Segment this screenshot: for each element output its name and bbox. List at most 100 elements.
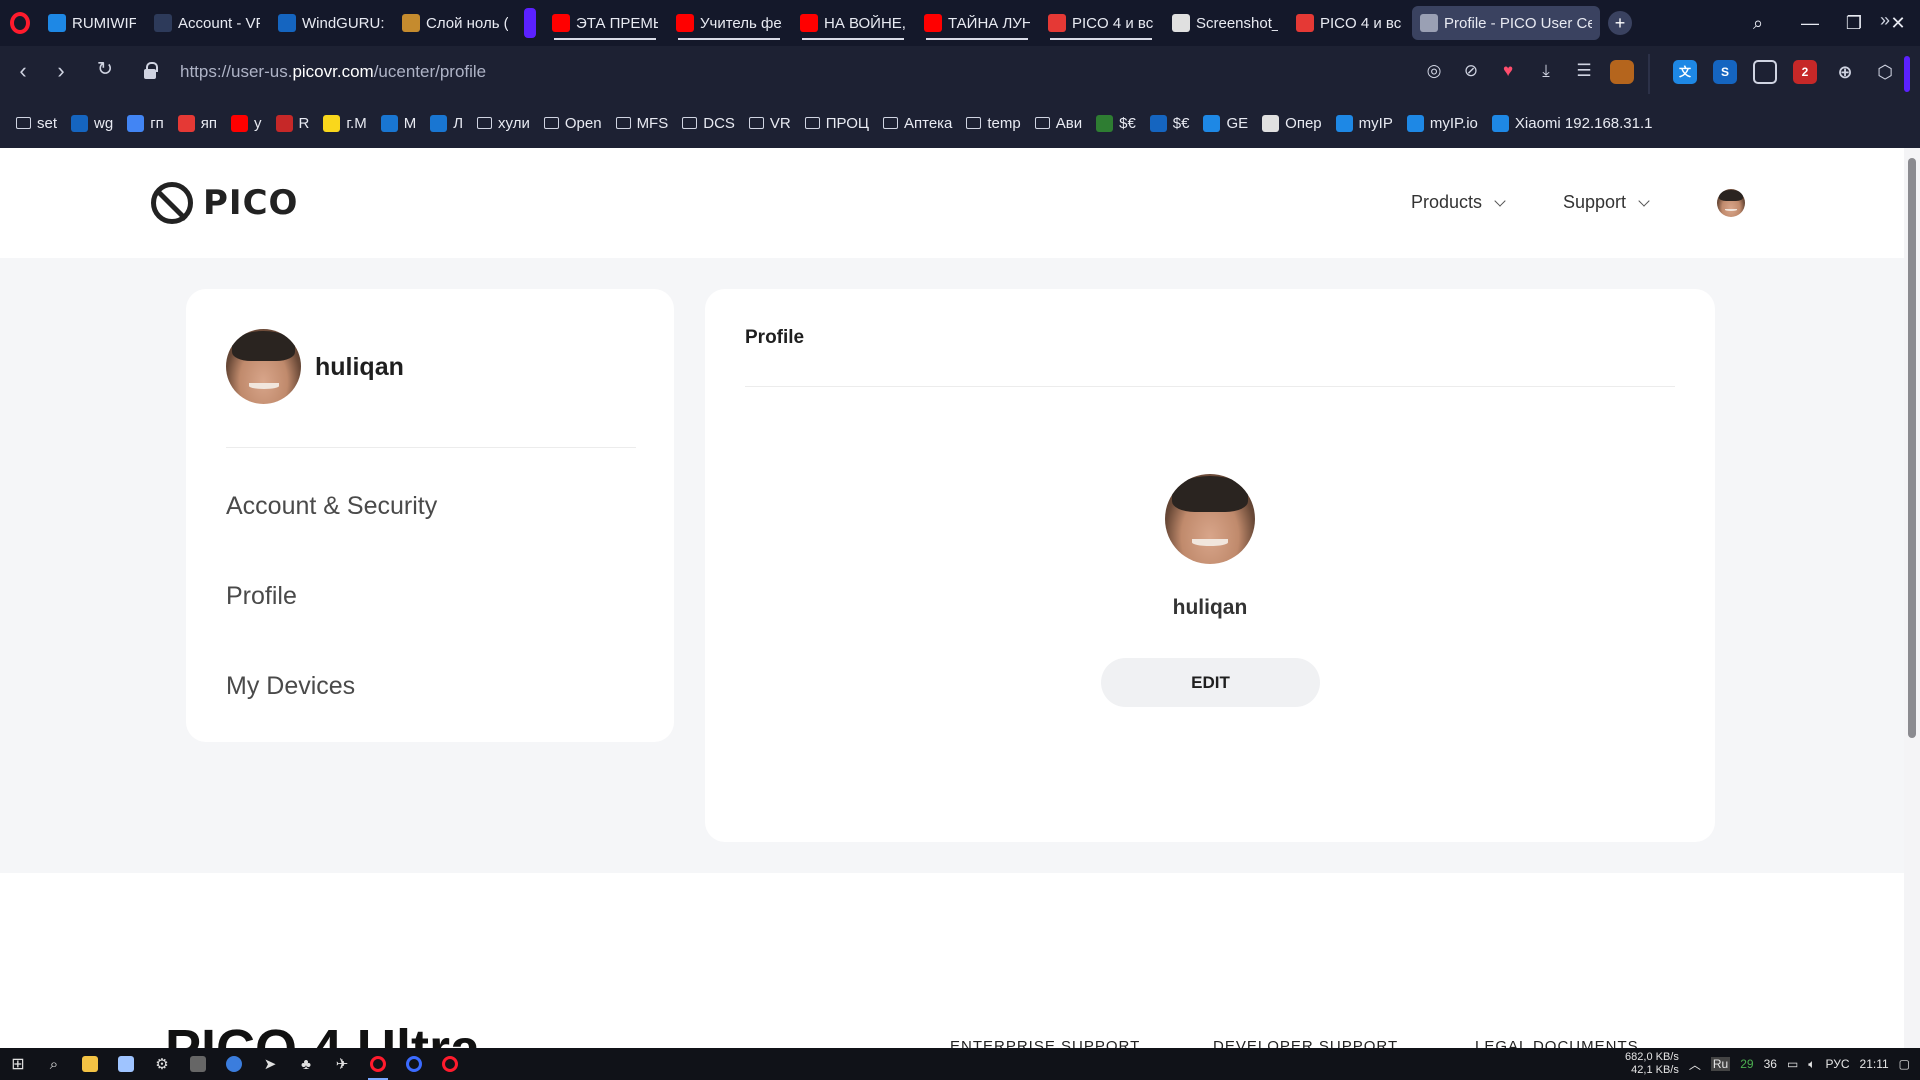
nav-support[interactable]: Support xyxy=(1563,192,1650,213)
search-tabs-icon[interactable]: ⌕ xyxy=(1736,13,1780,34)
volume-icon[interactable]: 🔈︎ xyxy=(1808,1057,1815,1072)
translate-extension-icon[interactable]: 文 xyxy=(1673,60,1697,84)
heart-icon[interactable]: ♥ xyxy=(1497,60,1519,82)
bookmark-item[interactable]: y xyxy=(231,114,262,132)
browser-tab[interactable]: Учитель фехт xyxy=(668,6,790,40)
bookmark-item[interactable]: myIP.io xyxy=(1406,114,1478,132)
browser-tab[interactable]: Screenshot_c xyxy=(1164,6,1286,40)
tab-title: RUMIWIFI xyxy=(72,14,136,32)
snapshot-icon[interactable]: ◎ xyxy=(1423,60,1445,82)
profile-avatar-icon[interactable] xyxy=(1610,60,1634,84)
vpn-extension-icon[interactable] xyxy=(1753,60,1777,84)
bookmark-item[interactable]: VR xyxy=(748,115,791,132)
browser-tab[interactable]: НА ВОЙНЕ, К xyxy=(792,6,914,40)
search-icon[interactable]: ⌕ xyxy=(36,1048,72,1080)
bookmark-item[interactable]: temp xyxy=(966,115,1021,132)
bookmark-item[interactable]: Xiaomi 192.168.31.1 xyxy=(1491,114,1653,132)
back-icon[interactable]: ‹ xyxy=(8,58,38,84)
sidebar-item-account-security[interactable]: Account & Security xyxy=(226,492,437,521)
tab-title: PICO 4 и всё xyxy=(1072,14,1154,32)
footer-developer-support[interactable]: DEVELOPER SUPPORT xyxy=(1213,1038,1398,1048)
bookmark-item[interactable]: Л xyxy=(430,114,463,132)
browser-tab[interactable]: RUMIWIFI xyxy=(40,6,144,40)
browser-tab[interactable]: ТАЙНА ЛУНЫ xyxy=(916,6,1038,40)
bookmark-item[interactable]: $€ xyxy=(1096,114,1136,132)
browser-tab[interactable]: Слой ноль (с xyxy=(394,6,516,40)
tab-group-indicator[interactable] xyxy=(524,8,536,38)
bookmark-item[interactable]: $€ xyxy=(1149,114,1189,132)
browser-tab[interactable]: WindGURU: M xyxy=(270,6,392,40)
clock[interactable]: 21:11 xyxy=(1860,1057,1889,1071)
bookmark-item[interactable]: myIP xyxy=(1335,114,1393,132)
easy-setup-icon[interactable]: ☰ xyxy=(1573,60,1595,82)
telegram-icon[interactable]: ➤ xyxy=(252,1048,288,1080)
airplane-icon[interactable]: ✈ xyxy=(324,1048,360,1080)
browser-tab[interactable]: Account - VPN xyxy=(146,6,268,40)
tray-expand-icon[interactable]: ︿ xyxy=(1689,1056,1701,1073)
footer-legal-documents[interactable]: LEGAL DOCUMENTS xyxy=(1475,1038,1639,1048)
browser-tab[interactable]: PICO 4 и всё xyxy=(1040,6,1162,40)
page-scrollbar[interactable] xyxy=(1904,148,1920,1048)
bookmark-item[interactable]: GE xyxy=(1203,114,1248,132)
cube-extension-icon[interactable]: ⬡ xyxy=(1873,60,1897,84)
settings-app-icon[interactable]: ⚙ xyxy=(144,1048,180,1080)
scrollbar-thumb[interactable] xyxy=(1908,158,1916,738)
bookmark-item[interactable]: хули xyxy=(477,115,530,132)
globe-extension-icon[interactable]: ⊕ xyxy=(1833,60,1857,84)
restore-icon[interactable]: ❐ xyxy=(1832,13,1876,34)
bookmark-item[interactable]: Опер xyxy=(1262,114,1322,132)
bookmark-item[interactable]: яп xyxy=(177,114,217,132)
gamepad-icon[interactable]: ♣ xyxy=(288,1048,324,1080)
edit-profile-button[interactable]: EDIT xyxy=(1101,658,1320,707)
bookmark-item[interactable]: г.М xyxy=(323,114,367,132)
nav-products[interactable]: Products xyxy=(1411,192,1506,213)
opera-menu-icon[interactable] xyxy=(0,0,40,46)
reload-icon[interactable]: ↻ xyxy=(90,58,120,81)
keyboard-layout-icon[interactable]: Ru xyxy=(1710,1057,1731,1071)
app-blue-icon[interactable] xyxy=(396,1048,432,1080)
sidebar-item-profile[interactable]: Profile xyxy=(226,582,297,611)
nav-products-label: Products xyxy=(1411,192,1483,212)
forward-icon[interactable]: › xyxy=(46,58,76,84)
app-icon[interactable] xyxy=(216,1048,252,1080)
bookmark-item[interactable]: set xyxy=(16,115,57,132)
tab-favicon-icon xyxy=(1172,14,1190,32)
bookmark-item[interactable]: MFS xyxy=(615,115,668,132)
download-icon[interactable]: ⤓ xyxy=(1535,60,1557,82)
opera-gx-icon[interactable] xyxy=(432,1048,468,1080)
adblock-icon[interactable]: ⊘ xyxy=(1460,60,1482,82)
opera-taskbar-icon[interactable] xyxy=(360,1048,396,1080)
bookmark-item[interactable]: wg xyxy=(71,114,113,132)
notepad-icon[interactable] xyxy=(108,1048,144,1080)
input-language[interactable]: РУС xyxy=(1825,1057,1849,1071)
bookmark-item[interactable]: R xyxy=(275,114,309,132)
notifications-icon[interactable]: ▢ xyxy=(1899,1057,1910,1071)
calculator-icon[interactable] xyxy=(180,1048,216,1080)
s-extension-icon[interactable]: S xyxy=(1713,60,1737,84)
bookmark-item[interactable]: Open xyxy=(543,115,602,132)
bookmark-item[interactable]: ПРОЦ xyxy=(804,115,869,132)
bookmarks-overflow-icon[interactable]: » xyxy=(1880,10,1890,31)
bookmark-item[interactable]: Ави xyxy=(1034,115,1082,132)
url-text[interactable]: https://user-us.picovr.com/ucenter/profi… xyxy=(180,62,486,82)
browser-tab[interactable]: PICO 4 и всё xyxy=(1288,6,1410,40)
bookmark-item[interactable]: М xyxy=(380,114,416,132)
network-icon[interactable]: ▭ xyxy=(1787,1057,1798,1071)
pico-logo[interactable]: PICO xyxy=(151,182,298,224)
tab-title: НА ВОЙНЕ, К xyxy=(824,14,906,32)
footer-enterprise-support[interactable]: ENTERPRISE SUPPORT xyxy=(950,1038,1140,1048)
new-tab-button[interactable]: + xyxy=(1608,11,1632,35)
browser-tab[interactable]: Profile - PICO User Cen xyxy=(1412,6,1600,40)
browser-tab[interactable]: ЭТА ПРЕМЬЕР xyxy=(544,6,666,40)
bookmark-item[interactable]: Аптека xyxy=(882,115,952,132)
sidebar-item-my-devices[interactable]: My Devices xyxy=(226,672,355,701)
file-explorer-icon[interactable] xyxy=(72,1048,108,1080)
lock-icon[interactable] xyxy=(143,62,158,80)
profile-sidebar-card: huliqan Account & Security Profile My De… xyxy=(186,289,674,742)
header-user-avatar[interactable] xyxy=(1717,189,1745,217)
bookmark-item[interactable]: гп xyxy=(127,114,164,132)
bookmark-item[interactable]: DCS xyxy=(682,115,735,132)
minimize-icon[interactable]: — xyxy=(1788,13,1832,34)
badge-extension-icon[interactable]: 2 xyxy=(1793,60,1817,84)
start-icon[interactable]: ⊞ xyxy=(0,1048,36,1080)
